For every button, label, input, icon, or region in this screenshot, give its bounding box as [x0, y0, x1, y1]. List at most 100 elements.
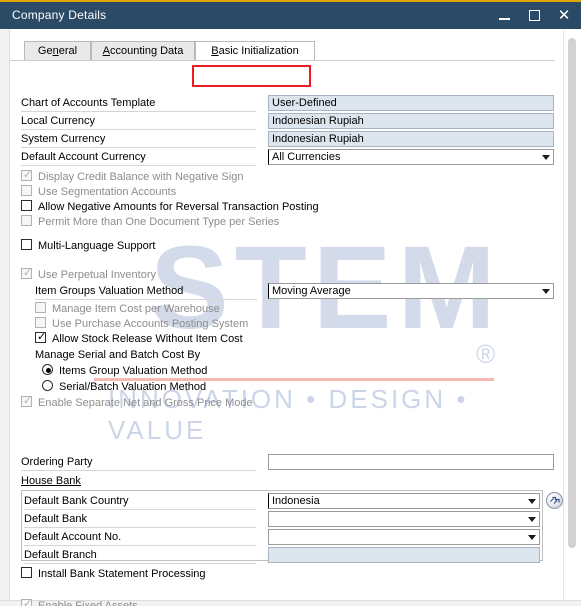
- allow-negative-amounts-label: Allow Negative Amounts for Reversal Tran…: [38, 201, 319, 213]
- default-account-currency-value: All Currencies: [272, 151, 341, 163]
- item-groups-valuation-method-value: Moving Average: [272, 285, 351, 297]
- install-bank-statement-processing-label: Install Bank Statement Processing: [38, 568, 206, 580]
- allow-stock-release-without-item-cost-checkbox[interactable]: ✓: [35, 332, 46, 343]
- default-account-no-select[interactable]: [268, 529, 540, 545]
- maximize-icon: [528, 10, 540, 21]
- basic-initialization-form: Chart of Accounts Template User-Defined …: [10, 62, 563, 606]
- multi-language-support-checkbox[interactable]: [21, 239, 32, 250]
- display-credit-balance-checkbox: ✓: [21, 170, 32, 181]
- enable-separate-net-and-gross-price-mode-checkbox: ✓: [21, 396, 32, 407]
- system-currency-value: Indonesian Rupiah: [268, 131, 554, 147]
- item-groups-valuation-method-select[interactable]: Moving Average: [268, 283, 554, 299]
- chevron-down-icon: [528, 535, 536, 540]
- company-details-window: Company Details ✕ STEM ® INNOVATION • DE…: [0, 0, 581, 606]
- vertical-scrollbar-thumb[interactable]: [568, 38, 576, 548]
- chevron-down-icon: [528, 499, 536, 504]
- minimize-icon: [498, 18, 510, 20]
- tab-accounting-data[interactable]: Accounting Data: [91, 41, 195, 60]
- default-account-no-label: Default Account No.: [24, 531, 122, 543]
- use-purchase-accounts-posting-system-label: Use Purchase Accounts Posting System: [52, 318, 249, 330]
- row-rule: [21, 111, 256, 112]
- chevron-down-icon: [542, 289, 550, 294]
- tab-general-label: General: [37, 45, 78, 57]
- tab-underline: [10, 60, 555, 61]
- check-icon: ✓: [23, 395, 33, 407]
- tab-strip: General Accounting Data Basic Initializa…: [10, 41, 555, 61]
- item-groups-valuation-method-label: Item Groups Valuation Method: [35, 285, 184, 297]
- serial-batch-valuation-method-radio[interactable]: [42, 380, 53, 391]
- row-rule: [24, 563, 256, 564]
- use-perpetual-inventory-checkbox: ✓: [21, 268, 32, 279]
- default-bank-country-select[interactable]: Indonesia: [268, 493, 540, 509]
- permit-more-than-one-document-type-label: Permit More than One Document Type per S…: [38, 216, 280, 228]
- serial-batch-valuation-method-label: Serial/Batch Valuation Method: [59, 381, 207, 393]
- field-row-default-bank-country: Default Bank Country Indonesia: [24, 493, 540, 510]
- chart-of-accounts-template-value: User-Defined: [268, 95, 554, 111]
- row-rule: [35, 299, 257, 300]
- multi-language-support-label: Multi-Language Support: [38, 240, 156, 252]
- local-currency-value: Indonesian Rupiah: [268, 113, 554, 129]
- use-purchase-accounts-posting-system-checkbox: [35, 317, 46, 328]
- allow-negative-amounts-checkbox[interactable]: [21, 200, 32, 211]
- display-credit-balance-label: Display Credit Balance with Negative Sig…: [38, 171, 244, 183]
- allow-stock-release-without-item-cost-label: Allow Stock Release Without Item Cost: [52, 333, 243, 345]
- enable-fixed-assets-checkbox: ✓: [21, 599, 32, 606]
- vertical-scrollbar[interactable]: [563, 29, 581, 606]
- row-rule: [24, 545, 256, 546]
- manage-serial-and-batch-cost-by-label: Manage Serial and Batch Cost By: [35, 349, 201, 361]
- ordering-party-input[interactable]: [268, 454, 554, 470]
- chevron-down-icon: [528, 517, 536, 522]
- left-rail: [0, 29, 10, 606]
- enable-fixed-assets-label: Enable Fixed Assets: [38, 600, 138, 606]
- local-currency-label: Local Currency: [21, 115, 95, 127]
- minimize-button[interactable]: [495, 7, 513, 25]
- default-account-currency-label: Default Account Currency: [21, 151, 146, 163]
- chart-of-accounts-template-label: Chart of Accounts Template: [21, 97, 156, 109]
- check-icon: ✓: [37, 331, 47, 343]
- manage-item-cost-per-warehouse-label: Manage Item Cost per Warehouse: [52, 303, 220, 315]
- house-bank-header: House Bank: [21, 475, 81, 487]
- field-row-local-currency: Local Currency Indonesian Rupiah: [21, 113, 554, 130]
- row-rule: [24, 509, 256, 510]
- field-row-system-currency: System Currency Indonesian Rupiah: [21, 131, 554, 148]
- link-arrow-glyph: [550, 496, 560, 504]
- chevron-down-icon: [542, 155, 550, 160]
- use-segmentation-accounts-label: Use Segmentation Accounts: [38, 186, 177, 198]
- field-row-default-account-no: Default Account No.: [24, 529, 540, 546]
- row-rule: [21, 147, 256, 148]
- items-group-valuation-method-radio[interactable]: [42, 364, 53, 375]
- default-bank-country-label: Default Bank Country: [24, 495, 129, 507]
- row-rule: [21, 129, 256, 130]
- tab-basic-initialization[interactable]: Basic Initialization: [195, 41, 315, 60]
- choose-from-list-icon[interactable]: [546, 492, 563, 509]
- ordering-party-label: Ordering Party: [21, 456, 93, 468]
- install-bank-statement-processing-checkbox[interactable]: [21, 567, 32, 578]
- use-segmentation-accounts-checkbox: [21, 185, 32, 196]
- row-rule: [21, 470, 256, 471]
- default-bank-label: Default Bank: [24, 513, 87, 525]
- tab-general[interactable]: General: [24, 41, 91, 60]
- field-row-chart-of-accounts-template: Chart of Accounts Template User-Defined: [21, 95, 554, 112]
- maximize-button[interactable]: [525, 7, 543, 25]
- check-icon: ✓: [23, 267, 33, 279]
- window-title: Company Details: [12, 8, 107, 22]
- check-icon: ✓: [23, 598, 33, 606]
- default-branch-value: [268, 547, 540, 563]
- default-account-currency-select[interactable]: All Currencies: [268, 149, 554, 165]
- use-perpetual-inventory-label: Use Perpetual Inventory: [38, 269, 157, 281]
- close-button[interactable]: ✕: [555, 7, 573, 25]
- field-row-default-account-currency: Default Account Currency All Currencies: [21, 149, 554, 166]
- tab-accounting-data-label: Accounting Data: [102, 45, 184, 57]
- window-controls: ✕: [495, 2, 573, 29]
- system-currency-label: System Currency: [21, 133, 106, 145]
- field-row-default-branch: Default Branch: [24, 547, 540, 564]
- check-icon: ✓: [23, 169, 33, 181]
- manage-item-cost-per-warehouse-checkbox: [35, 302, 46, 313]
- client-area: STEM ® INNOVATION • DESIGN • VALUE Gener…: [0, 29, 581, 606]
- title-bar: Company Details ✕: [0, 2, 581, 29]
- enable-separate-net-and-gross-price-mode-label: Enable Separate Net and Gross Price Mode: [38, 397, 253, 409]
- default-bank-country-value: Indonesia: [272, 495, 320, 507]
- default-branch-label: Default Branch: [24, 549, 97, 561]
- field-row-item-groups-valuation-method: Item Groups Valuation Method Moving Aver…: [35, 283, 554, 300]
- default-bank-select[interactable]: [268, 511, 540, 527]
